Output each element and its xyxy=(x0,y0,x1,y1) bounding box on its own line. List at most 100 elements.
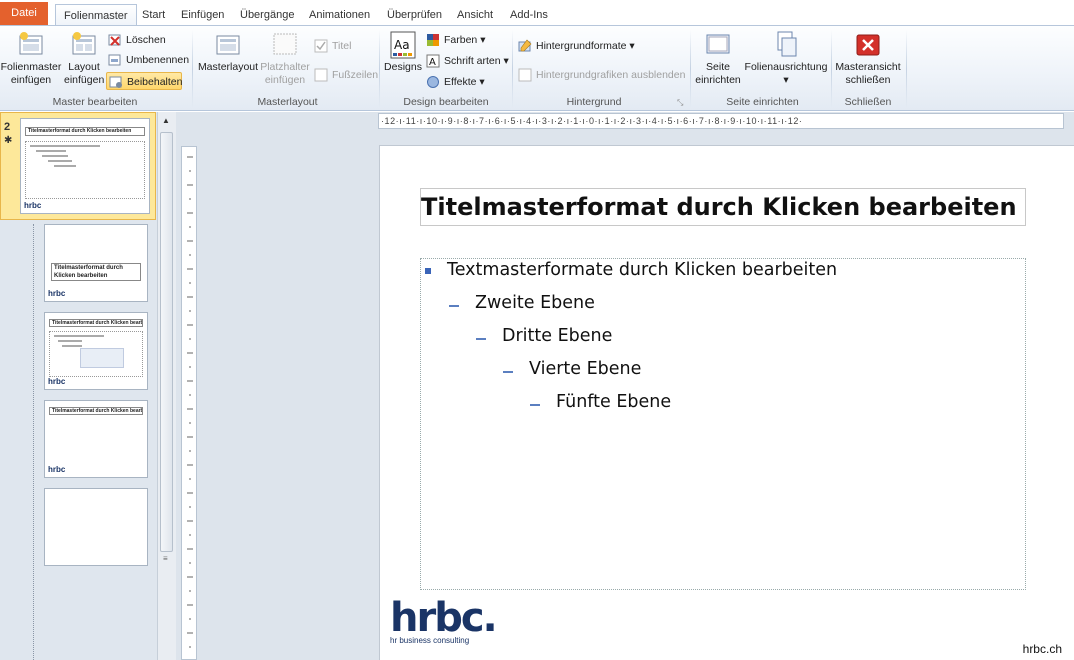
designs-label: Designs xyxy=(384,61,422,73)
hintergrundgrafiken-ausblenden-checkbox[interactable]: Hintergrundgrafiken ausblenden xyxy=(516,66,685,84)
effects-icon xyxy=(426,75,440,89)
fusszeilen-checkbox[interactable]: Fußzeilen xyxy=(312,66,378,84)
thumbnail-layout-blank[interactable] xyxy=(44,488,148,566)
svg-text:Aa: Aa xyxy=(394,38,410,52)
umbenennen-button[interactable]: Umbenennen xyxy=(106,51,189,69)
loeschen-label: Löschen xyxy=(126,34,166,46)
schliessen-label-1: Masteransicht xyxy=(835,61,901,73)
hintergrundformate-label: Hintergrundformate xyxy=(536,40,627,52)
designs-icon: Aa xyxy=(389,30,417,59)
company-logo: hrbc. hr business consulting xyxy=(390,598,498,645)
tab-datei[interactable]: Datei xyxy=(0,2,48,25)
slide-canvas[interactable]: Titelmasterformat durch Klicken bearbeit… xyxy=(379,145,1074,660)
platzhalter-label-2: einfügen xyxy=(264,74,306,86)
loeschen-button[interactable]: Löschen xyxy=(106,31,166,49)
schriftarten-label: Schrift arten xyxy=(444,55,501,67)
tab-einfuegen[interactable]: Einfügen xyxy=(173,4,232,26)
thumbnail-layout-title-only[interactable]: Titelmasterformat durch Klicken bearbeit… xyxy=(44,400,148,478)
effekte-label: Effekte xyxy=(444,76,477,88)
masteransicht-schliessen-button[interactable]: Masteransicht schließen xyxy=(834,30,902,87)
schriftarten-button[interactable]: A Schrift arten ▾ xyxy=(424,52,509,70)
thumbnail-logo: hrbc xyxy=(48,377,66,386)
farben-button[interactable]: Farben ▾ xyxy=(424,31,485,49)
svg-text:A: A xyxy=(429,57,436,68)
tab-ueberpruefen[interactable]: Überprüfen xyxy=(379,4,450,26)
ruler-scale: ·12·ı·11·ı·10·ı·9·ı·8·ı·7·ı·6·ı·5·ı·4·ı·… xyxy=(381,116,803,126)
close-icon xyxy=(854,30,882,58)
square-bullet-icon xyxy=(425,268,431,274)
text-level-2: Zweite Ebene xyxy=(475,293,595,313)
folienausrichtung-button[interactable]: Folienausrichtung ▾ xyxy=(744,30,828,87)
dropdown-arrow-icon: ▾ xyxy=(479,76,485,88)
ribbon-separator xyxy=(379,30,380,108)
thumbnail-body xyxy=(25,141,145,199)
group-label-master-bearbeiten: Master bearbeiten xyxy=(52,96,138,108)
content-placeholder[interactable]: Textmasterformate durch Klicken bearbeit… xyxy=(420,258,1026,590)
ribbon-separator xyxy=(512,30,513,108)
rename-icon xyxy=(108,53,122,67)
hintergrundformate-button[interactable]: Hintergrundformate ▾ xyxy=(516,37,635,55)
thumbnail-logo: hrbc xyxy=(48,465,66,474)
ribbon: Folienmaster einfügen Layout einfügen Lö… xyxy=(0,25,1074,111)
umbenennen-label: Umbenennen xyxy=(126,54,190,66)
thumbnail-layout-content[interactable]: Titelmasterformat durch Klicken bearbeit… xyxy=(44,312,148,390)
thumbnail-logo: hrbc xyxy=(48,289,66,298)
master-marker-icon: ✱ xyxy=(4,135,13,146)
dialog-launcher-icon[interactable]: ⤡ xyxy=(677,98,683,108)
seite-label-2: einrichten xyxy=(695,74,741,86)
platzhalter-label-1: Platzhalter xyxy=(260,61,310,73)
thumbnail-layout-title[interactable]: Titelmasterformat durch Klicken bearbeit… xyxy=(44,224,148,302)
vertical-ruler[interactable] xyxy=(181,146,197,660)
designs-button[interactable]: Aa Designs xyxy=(384,30,422,74)
ruler-scale xyxy=(187,156,193,648)
dash-bullet-icon xyxy=(530,404,540,406)
schliessen-label-2: schließen xyxy=(845,74,891,86)
tab-add-ins[interactable]: Add-Ins xyxy=(502,4,556,26)
folienmaster-label-1: Folienmaster xyxy=(0,61,62,73)
ribbon-tabs: Datei Folienmaster Start Einfügen Übergä… xyxy=(0,0,1074,26)
tab-uebergaenge[interactable]: Übergänge xyxy=(232,4,302,26)
title-placeholder[interactable]: Titelmasterformat durch Klicken bearbeit… xyxy=(420,188,1026,226)
thumbnail-title: Titelmasterformat durch Klicken bearbeit… xyxy=(49,319,143,327)
placeholder-icon xyxy=(271,30,299,58)
text-level-5: Fünfte Ebene xyxy=(556,392,672,412)
dash-bullet-icon xyxy=(503,371,513,373)
folienmaster-einfuegen-button[interactable]: Folienmaster einfügen xyxy=(0,30,62,87)
seite-einrichten-button[interactable]: Seite einrichten xyxy=(694,30,742,87)
scroll-thumb[interactable] xyxy=(160,132,173,552)
slide-title: Titelmasterformat durch Klicken bearbeit… xyxy=(421,193,1017,221)
thumbnail-scrollbar[interactable]: ▲ ≡ xyxy=(157,112,176,660)
folienmaster-label-2: einfügen xyxy=(10,74,52,86)
tab-ansicht[interactable]: Ansicht xyxy=(449,4,501,26)
layout-label-2: einfügen xyxy=(64,74,105,86)
tab-animationen[interactable]: Animationen xyxy=(301,4,378,26)
beibehalten-button[interactable]: Beibehalten xyxy=(106,72,182,90)
preserve-icon xyxy=(109,75,123,89)
platzhalter-einfuegen-button[interactable]: Platzhalter einfügen xyxy=(258,30,312,87)
layout-einfuegen-button[interactable]: Layout einfügen xyxy=(64,30,104,87)
masterlayout-label: Masterlayout xyxy=(197,61,259,73)
dropdown-arrow-icon: ▾ xyxy=(783,74,789,86)
dropdown-arrow-icon: ▾ xyxy=(629,40,635,52)
effekte-button[interactable]: Effekte ▾ xyxy=(424,73,485,91)
seite-label-1: Seite xyxy=(706,61,730,73)
horizontal-ruler[interactable]: ·12·ı·11·ı·10·ı·9·ı·8·ı·7·ı·6·ı·5·ı·4·ı·… xyxy=(378,113,1064,129)
ribbon-separator xyxy=(690,30,691,108)
thumbnail-title: Titelmasterformat durch Klicken bearbeit… xyxy=(49,407,143,415)
background-format-icon xyxy=(518,39,532,53)
dropdown-arrow-icon: ▾ xyxy=(480,34,486,46)
checkbox-icon xyxy=(518,68,532,82)
thumbnail-logo: hrbc xyxy=(24,201,42,210)
group-label-design: Design bearbeiten xyxy=(403,96,489,108)
scroll-up-icon[interactable]: ▲ xyxy=(162,116,170,125)
thumbnail-master[interactable]: Titelmasterformat durch Klicken bearbeit… xyxy=(20,118,150,214)
delete-icon xyxy=(108,33,122,47)
titel-checkbox[interactable]: Titel xyxy=(312,37,351,55)
thumbnail-connector xyxy=(33,224,34,660)
titel-label: Titel xyxy=(332,40,352,52)
tab-start[interactable]: Start xyxy=(134,4,173,26)
tab-folienmaster[interactable]: Folienmaster xyxy=(55,4,137,26)
masterlayout-button[interactable]: Masterlayout xyxy=(196,30,260,74)
ribbon-separator xyxy=(906,30,907,108)
footer-url: hrbc.ch xyxy=(1022,642,1062,656)
